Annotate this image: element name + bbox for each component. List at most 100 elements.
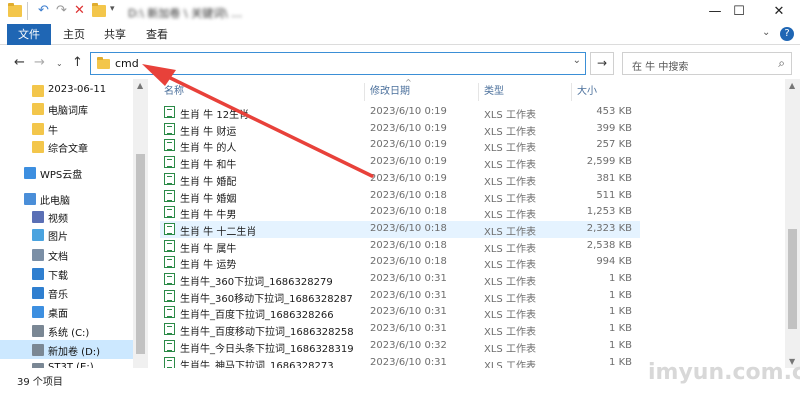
spreadsheet-icon — [164, 273, 175, 285]
sidebar-scroll-thumb[interactable] — [136, 154, 145, 354]
chevron-down-icon[interactable]: ⌄ — [573, 55, 581, 66]
file-name: 生肖 牛 婚配 — [180, 176, 237, 188]
search-box[interactable]: 在 牛 中搜索 ⌕ — [622, 52, 792, 75]
delete-icon[interactable]: ✕ — [74, 3, 85, 18]
file-size: 2,538 KB — [586, 239, 632, 251]
sidebar-item[interactable]: ST3T (E:) — [0, 359, 133, 368]
sidebar-item[interactable]: 桌面 — [0, 302, 133, 321]
sidebar-item[interactable]: 下载 — [0, 264, 133, 283]
divider — [27, 2, 28, 20]
expand-ribbon-icon[interactable]: ⌄ — [762, 27, 770, 38]
close-button[interactable]: ✕ — [762, 0, 796, 24]
item-count: 39 个项目 — [17, 377, 63, 388]
file-type: XLS 工作表 — [484, 277, 536, 288]
sidebar-item-label: 2023-06-11 — [48, 84, 107, 95]
sidebar-item[interactable]: 系统 (C:) — [0, 321, 133, 340]
address-bar[interactable]: cmd ⌄ — [90, 52, 586, 75]
table-row[interactable]: 生肖 牛 财运 2023/6/10 0:19 XLS 工作表 399 KB — [160, 121, 640, 138]
table-row[interactable]: 生肖牛_360移动下拉词_1686328287 2023/6/10 0:31 XLS… — [160, 288, 640, 305]
scroll-up-icon[interactable]: ▲ — [137, 81, 143, 90]
address-input[interactable]: cmd — [115, 57, 139, 70]
go-button[interactable]: → — [590, 52, 614, 75]
column-header-size[interactable]: 大小 — [577, 83, 597, 101]
file-size: 511 KB — [596, 189, 632, 201]
search-icon: ⌕ — [778, 56, 785, 70]
sidebar-item[interactable]: 2023-06-11 — [0, 81, 133, 100]
spreadsheet-icon — [164, 222, 175, 235]
table-row[interactable]: 生肖 牛 婚配 2023/6/10 0:19 XLS 工作表 381 KB — [160, 171, 640, 188]
sidebar-item[interactable]: 图片 — [0, 225, 133, 244]
sidebar-item[interactable]: 新加卷 (D:) — [0, 340, 133, 359]
sidebar-item-label: 此电脑 — [40, 196, 70, 207]
back-arrow-icon[interactable]: ← — [14, 55, 25, 70]
tab-home[interactable]: 主页 — [52, 24, 96, 45]
file-type: XLS 工作表 — [484, 293, 536, 305]
search-input[interactable]: 在 牛 中搜索 — [632, 58, 688, 73]
folder-icon — [32, 85, 44, 97]
recent-locations-icon[interactable]: ⌄ — [56, 59, 63, 68]
file-date: 2023/6/10 0:19 — [370, 122, 447, 134]
tab-view[interactable]: 查看 — [135, 24, 179, 45]
column-header-type[interactable]: 类型 — [484, 83, 504, 101]
table-row[interactable]: 生肖 牛 和牛 2023/6/10 0:19 XLS 工作表 2,599 KB — [160, 154, 640, 171]
sidebar-scrollbar[interactable]: ▲ — [133, 79, 148, 368]
help-icon[interactable]: ? — [780, 27, 794, 41]
file-size: 453 KB — [596, 106, 632, 117]
table-row[interactable]: 生肖 牛 的人 2023/6/10 0:19 XLS 工作表 257 KB — [160, 137, 640, 154]
file-type: XLS 工作表 — [484, 260, 536, 272]
redo-icon[interactable]: ↷ — [56, 3, 67, 18]
sidebar-item[interactable]: 音乐 — [0, 283, 133, 302]
table-row[interactable]: 生肖 牛 牛男 2023/6/10 0:18 XLS 工作表 1,253 KB — [160, 204, 640, 221]
sidebar-item[interactable]: 视频 — [0, 207, 133, 226]
tab-share[interactable]: 共享 — [93, 24, 137, 45]
file-size: 1 KB — [609, 273, 632, 284]
undo-icon[interactable]: ↶ — [38, 3, 49, 18]
spreadsheet-icon — [164, 306, 175, 319]
file-date: 2023/6/10 0:18 — [370, 189, 447, 201]
column-header-name[interactable]: 名称 — [164, 83, 184, 101]
sidebar-item-label: 文档 — [48, 252, 68, 263]
table-row[interactable]: 生肖牛_百度下拉词_1686328266 2023/6/10 0:31 XLS 工作… — [160, 304, 640, 321]
file-name: 生肖牛_今日头条下拉词_1686328319 — [180, 343, 354, 355]
customize-toolbar-icon[interactable]: ▾ — [110, 4, 115, 14]
file-list-scroll-thumb[interactable] — [788, 229, 797, 329]
column-header-date[interactable]: 修改日期 — [370, 83, 410, 101]
table-row[interactable]: 生肖 牛 属牛 2023/6/10 0:18 XLS 工作表 2,538 KB — [160, 238, 640, 255]
tab-file[interactable]: 文件 — [7, 24, 51, 45]
file-name: 生肖 牛 牛男 — [180, 210, 237, 222]
music-icon — [32, 287, 44, 299]
file-list-scrollbar[interactable]: ▲ ▼ — [785, 79, 800, 368]
file-size: 1 KB — [609, 289, 632, 301]
sidebar-item[interactable]: 文档 — [0, 245, 133, 264]
file-type: XLS 工作表 — [484, 210, 536, 222]
up-arrow-icon[interactable]: ↑ — [72, 55, 83, 70]
table-row[interactable]: 生肖牛_百度移动下拉词_1686328258 2023/6/10 0:31 XLS … — [160, 321, 640, 338]
file-type: XLS 工作表 — [484, 226, 536, 238]
file-size: 1 KB — [609, 339, 632, 351]
file-type: XLS 工作表 — [484, 176, 536, 188]
file-name: 生肖牛_百度下拉词_1686328266 — [180, 310, 334, 322]
table-row[interactable]: 生肖牛_360下拉词_1686328279 2023/6/10 0:31 XLS 工… — [160, 271, 640, 288]
file-size: 399 KB — [596, 122, 632, 134]
forward-arrow-icon[interactable]: → — [34, 55, 45, 70]
cloud-icon — [24, 167, 36, 179]
sidebar-item[interactable]: 此电脑 — [0, 189, 133, 208]
new-folder-icon[interactable] — [92, 3, 106, 17]
column-divider[interactable] — [364, 83, 365, 101]
column-divider[interactable] — [571, 83, 572, 101]
sidebar-item[interactable]: WPS云盘 — [0, 163, 133, 182]
spreadsheet-icon — [164, 156, 175, 169]
sidebar-item[interactable]: 综合文章 — [0, 137, 133, 156]
table-row[interactable]: 生肖 牛 12生肖 2023/6/10 0:19 XLS 工作表 453 KB — [160, 104, 640, 121]
maximize-button[interactable]: ☐ — [722, 0, 756, 24]
scroll-up-icon[interactable]: ▲ — [789, 81, 795, 90]
table-row[interactable]: 生肖 牛 十二生肖 2023/6/10 0:18 XLS 工作表 2,323 KB — [160, 220, 640, 238]
table-row[interactable]: 生肖牛_今日头条下拉词_1686328319 2023/6/10 0:32 XLS … — [160, 338, 640, 355]
column-divider[interactable] — [478, 83, 479, 101]
sidebar-item[interactable]: 电脑词库 — [0, 99, 133, 118]
sidebar-item-label: 综合文章 — [48, 144, 88, 155]
sidebar-item[interactable]: 牛 — [0, 119, 133, 138]
table-row[interactable]: 生肖 牛 婚姻 2023/6/10 0:18 XLS 工作表 511 KB — [160, 188, 640, 205]
video-icon — [32, 211, 44, 223]
table-row[interactable]: 生肖 牛 运势 2023/6/10 0:18 XLS 工作表 994 KB — [160, 254, 640, 271]
